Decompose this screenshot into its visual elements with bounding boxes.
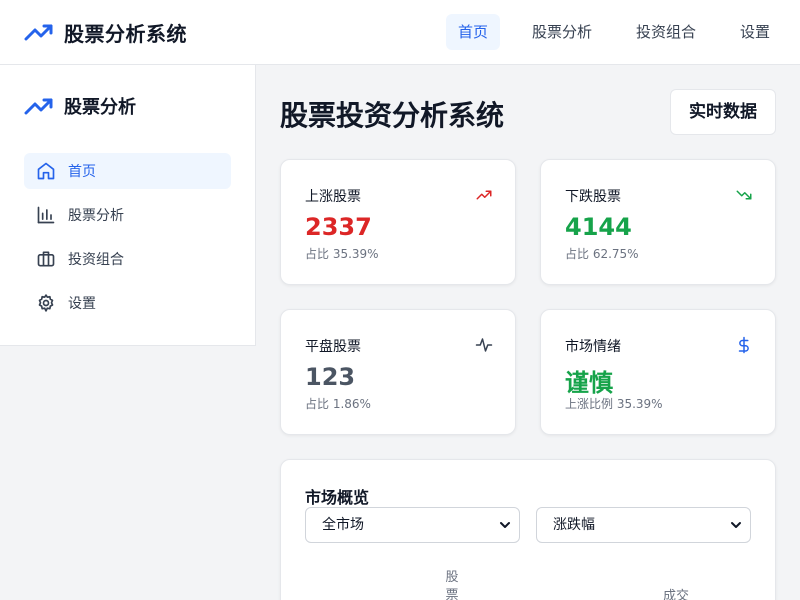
card-value: 4144: [565, 213, 632, 241]
stat-card-sentiment: 市场情绪 谨慎 上涨比例 35.39%: [540, 309, 776, 435]
trending-up-logo-icon: [24, 24, 53, 41]
dollar-icon: [738, 336, 749, 354]
market-overview-panel: 市场概览 全市场 涨跌幅 股票 成交: [280, 459, 776, 600]
gear-icon: [38, 294, 54, 312]
stat-card-flat: 平盘股票 123 占比 1.86%: [280, 309, 516, 435]
nav-link-portfolio[interactable]: 投资组合: [624, 14, 708, 50]
top-navbar: 股票分析系统 首页 股票分析 投资组合 设置: [0, 0, 800, 65]
trending-up-icon: [24, 98, 53, 115]
card-label: 市场情绪: [565, 339, 621, 355]
trending-up-icon: [476, 190, 492, 200]
table-header-stock[interactable]: 股票: [441, 569, 463, 600]
nav-link-settings[interactable]: 设置: [728, 14, 782, 50]
app-title: 股票分析系统: [64, 21, 187, 46]
market-select-value: 全市场: [322, 517, 364, 533]
sidebar: 股票分析 首页 股票分析 投资组合 设置: [0, 65, 256, 346]
sidebar-item-label: 设置: [68, 296, 96, 312]
card-label: 下跌股票: [565, 189, 621, 205]
sidebar-item-label: 股票分析: [68, 208, 124, 224]
sidebar-item-settings[interactable]: 设置: [24, 285, 231, 321]
sidebar-brand: 股票分析: [24, 93, 136, 119]
sidebar-item-portfolio[interactable]: 投资组合: [24, 241, 231, 277]
card-subtext: 占比 1.86%: [305, 397, 371, 411]
card-label: 上涨股票: [305, 189, 361, 205]
chevron-down-icon: [731, 522, 741, 528]
top-nav-links: 首页 股票分析 投资组合 设置: [445, 14, 782, 50]
nav-link-home[interactable]: 首页: [445, 14, 500, 50]
stat-card-falling: 下跌股票 4144 占比 62.75%: [540, 159, 776, 285]
card-subtext: 占比 62.75%: [565, 247, 639, 261]
page-title: 股票投资分析系统: [280, 99, 505, 132]
briefcase-icon: [37, 251, 55, 267]
trending-down-icon: [736, 190, 752, 200]
sort-select[interactable]: 涨跌幅: [536, 507, 751, 543]
bar-chart-icon: [37, 206, 55, 224]
table-header-volume[interactable]: 成交: [659, 588, 693, 600]
market-select[interactable]: 全市场: [305, 507, 520, 543]
sidebar-item-stock-analysis[interactable]: 股票分析: [24, 197, 231, 233]
sidebar-title: 股票分析: [64, 97, 136, 118]
brand[interactable]: 股票分析系统: [24, 17, 187, 47]
card-subtext: 占比 35.39%: [305, 247, 379, 261]
home-icon: [37, 162, 55, 180]
sort-select-value: 涨跌幅: [553, 517, 595, 533]
card-label: 平盘股票: [305, 339, 361, 355]
stat-card-rising: 上涨股票 2337 占比 35.39%: [280, 159, 516, 285]
card-value: 2337: [305, 213, 372, 241]
realtime-data-button[interactable]: 实时数据: [670, 89, 776, 135]
overview-title: 市场概览: [305, 488, 370, 507]
activity-icon: [475, 338, 493, 352]
sidebar-item-label: 首页: [68, 164, 96, 180]
sidebar-item-label: 投资组合: [68, 252, 124, 268]
card-value: 谨慎: [565, 369, 613, 397]
card-value: 123: [305, 363, 356, 391]
sidebar-menu: 首页 股票分析 投资组合 设置: [24, 153, 231, 329]
nav-link-stock-analysis[interactable]: 股票分析: [520, 14, 604, 50]
chevron-down-icon: [500, 522, 510, 528]
sidebar-item-home[interactable]: 首页: [24, 153, 231, 189]
card-subtext: 上涨比例 35.39%: [565, 397, 663, 411]
